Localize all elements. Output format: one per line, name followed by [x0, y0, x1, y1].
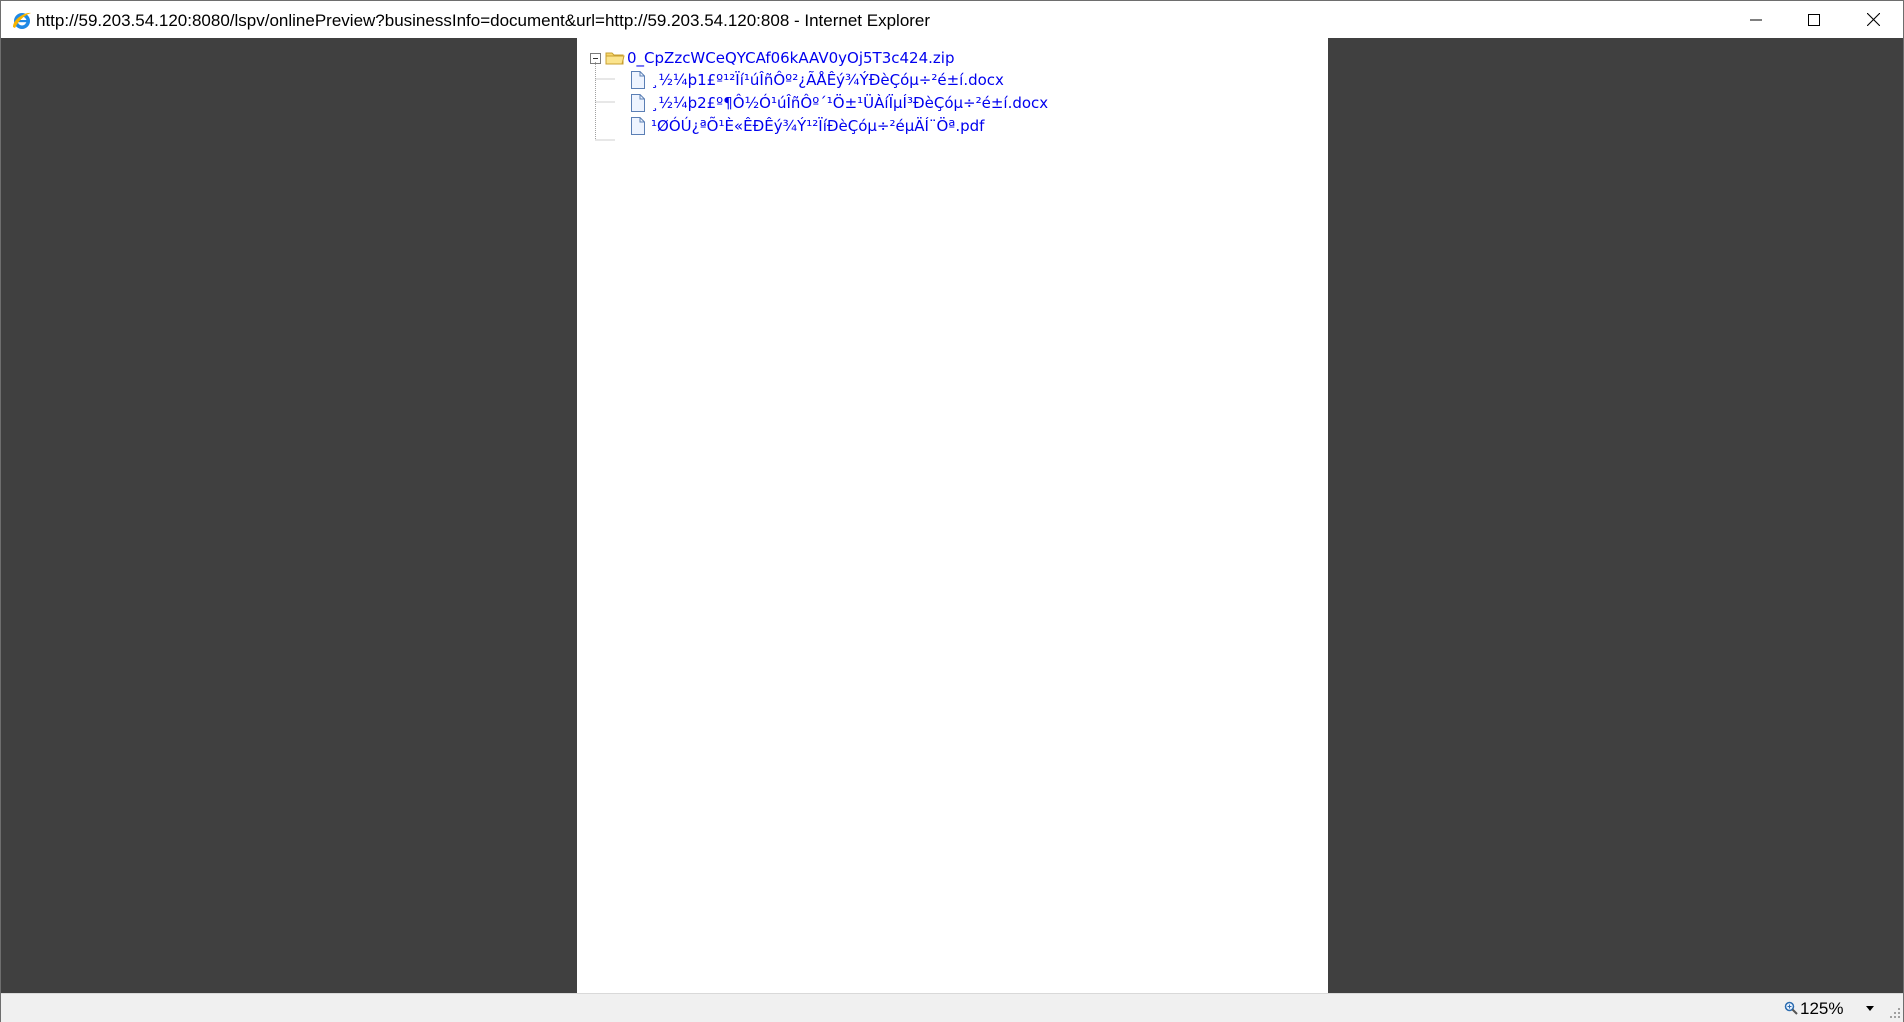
zoom-level[interactable]: 125% — [1800, 999, 1843, 1019]
tree-root-link[interactable]: 0_CpZzcWCeQYCAf06kAAV0yOj5T3c424.zip — [627, 47, 954, 69]
tree-root-node: 0_CpZzcWCeQYCAf06kAAV0yOj5T3c424.zip — [590, 47, 954, 69]
tree-child-node: ¸½¼þ1£º¹²Ïí¹úÎñÔº²¿ÃÅÊý¾ÝÐèÇóµ÷²é±í.docx — [630, 69, 1004, 91]
tree-child-node: ¸½¼þ2£º¶Ô½Ó¹úÎñÔº´¹Ö±¹ÜÀíÏµÍ³ÐèÇóµ÷²é±í.… — [630, 92, 1048, 114]
internet-explorer-icon — [13, 12, 31, 29]
tree-child-node: ¹ØÓÚ¿ªÕ¹È«ÊÐÊý¾Ý¹²ÏíÐèÇóµ÷²éµÄÍ¨Öª.pdf — [630, 115, 984, 137]
tree-child-link[interactable]: ¹ØÓÚ¿ªÕ¹È«ÊÐÊý¾Ý¹²ÏíÐèÇóµ÷²éµÄÍ¨Öª.pdf — [651, 115, 984, 137]
chevron-down-icon[interactable] — [1863, 1002, 1877, 1014]
window-title: http://59.203.54.120:8080/lspv/onlinePre… — [36, 11, 931, 30]
file-icon — [631, 117, 645, 135]
minimize-icon — [1750, 19, 1762, 20]
tree-child-link[interactable]: ¸½¼þ2£º¶Ô½Ó¹úÎñÔº´¹Ö±¹ÜÀíÏµÍ³ÐèÇóµ÷²é±í.… — [651, 92, 1048, 114]
status-bar: 125% — [1, 993, 1903, 1022]
preview-page: 0_CpZzcWCeQYCAf06kAAV0yOj5T3c424.zip ¸½¼… — [577, 38, 1328, 993]
resize-grip-icon[interactable] — [1889, 1007, 1901, 1019]
tree-child-link[interactable]: ¸½¼þ1£º¹²Ïí¹úÎñÔº²¿ÃÅÊý¾ÝÐèÇóµ÷²é±í.docx — [651, 69, 1004, 91]
magnifier-icon[interactable] — [1784, 1001, 1798, 1015]
file-icon — [631, 94, 645, 112]
minimize-button[interactable] — [1727, 1, 1785, 38]
close-icon — [1866, 13, 1880, 26]
maximize-icon — [1808, 13, 1820, 26]
title-bar[interactable]: http://59.203.54.120:8080/lspv/onlinePre… — [1, 1, 1903, 38]
file-icon — [631, 71, 645, 89]
browser-window: http://59.203.54.120:8080/lspv/onlinePre… — [0, 0, 1904, 1022]
tree-connector-lines — [595, 62, 615, 141]
close-button[interactable] — [1844, 1, 1902, 38]
maximize-button[interactable] — [1785, 1, 1843, 38]
browser-content: 0_CpZzcWCeQYCAf06kAAV0yOj5T3c424.zip ¸½¼… — [1, 38, 1903, 993]
